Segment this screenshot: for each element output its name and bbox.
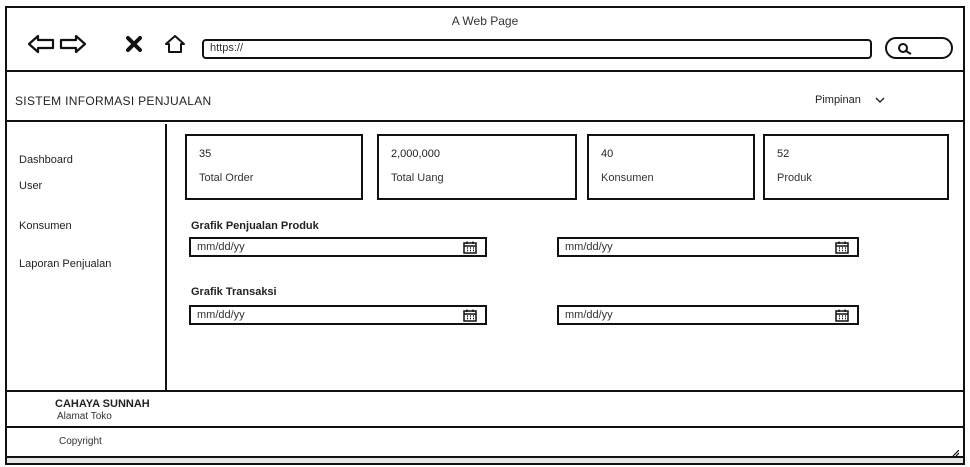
browser-window: A Web Page https:// SISTEM INFORMASI PEN…	[5, 6, 965, 465]
close-icon[interactable]	[123, 33, 145, 55]
sidebar: Dashboard User Konsumen Laporan Penjuala…	[7, 124, 167, 390]
transaction-start-date-input[interactable]: mm/dd/yy	[189, 305, 487, 325]
search-icon	[898, 43, 912, 55]
app-title: SISTEM INFORMASI PENJUALAN	[15, 94, 212, 108]
browser-toolbar: A Web Page https://	[7, 8, 963, 72]
calendar-icon[interactable]	[463, 241, 477, 257]
user-menu[interactable]: Pimpinan	[815, 94, 885, 106]
stat-card-konsumen: 40 Konsumen	[587, 134, 755, 200]
stat-label: Produk	[777, 172, 812, 184]
chevron-down-icon	[875, 94, 885, 106]
user-role: Pimpinan	[815, 94, 861, 106]
sidebar-item-user[interactable]: User	[19, 180, 42, 192]
store-info-footer: CAHAYA SUNNAH Alamat Toko	[7, 390, 963, 426]
sidebar-item-konsumen[interactable]: Konsumen	[19, 220, 72, 232]
sales-end-date-input[interactable]: mm/dd/yy	[557, 237, 859, 257]
stat-card-total-order: 35 Total Order	[185, 134, 363, 200]
url-text: https://	[210, 42, 244, 54]
sidebar-item-dashboard[interactable]: Dashboard	[19, 154, 73, 166]
stat-value: 52	[777, 148, 790, 160]
back-arrow-icon[interactable]	[27, 33, 55, 55]
date-placeholder: mm/dd/yy	[565, 309, 613, 321]
stat-label: Total Uang	[391, 172, 444, 184]
date-placeholder: mm/dd/yy	[565, 241, 613, 253]
transaction-chart-title: Grafik Transaksi	[191, 286, 277, 298]
forward-arrow-icon[interactable]	[59, 33, 87, 55]
stat-label: Total Order	[199, 172, 254, 184]
date-placeholder: mm/dd/yy	[197, 241, 245, 253]
stat-card-produk: 52 Produk	[763, 134, 949, 200]
stat-value: 35	[199, 148, 212, 160]
copyright-footer: Copyright	[7, 426, 963, 456]
window-title: A Web Page	[451, 14, 519, 28]
status-bar	[7, 449, 963, 463]
home-icon[interactable]	[163, 33, 187, 55]
transaction-end-date-input[interactable]: mm/dd/yy	[557, 305, 859, 325]
resize-handle-icon[interactable]	[947, 443, 960, 461]
calendar-icon[interactable]	[835, 241, 849, 257]
stat-value: 2,000,000	[391, 148, 440, 160]
sidebar-item-laporan-penjualan[interactable]: Laporan Penjualan	[19, 258, 111, 270]
copyright-text: Copyright	[59, 436, 102, 447]
calendar-icon[interactable]	[463, 309, 477, 325]
store-name: CAHAYA SUNNAH	[55, 398, 150, 410]
stat-card-total-uang: 2,000,000 Total Uang	[377, 134, 577, 200]
sales-start-date-input[interactable]: mm/dd/yy	[189, 237, 487, 257]
app-header: SISTEM INFORMASI PENJUALAN Pimpinan	[7, 74, 963, 122]
stat-label: Konsumen	[601, 172, 654, 184]
sales-chart-title: Grafik Penjualan Produk	[191, 220, 319, 232]
address-bar[interactable]: https://	[202, 39, 872, 59]
calendar-icon[interactable]	[835, 309, 849, 325]
search-box[interactable]	[885, 37, 953, 59]
date-placeholder: mm/dd/yy	[197, 309, 245, 321]
store-address: Alamat Toko	[57, 411, 112, 422]
stat-value: 40	[601, 148, 614, 160]
